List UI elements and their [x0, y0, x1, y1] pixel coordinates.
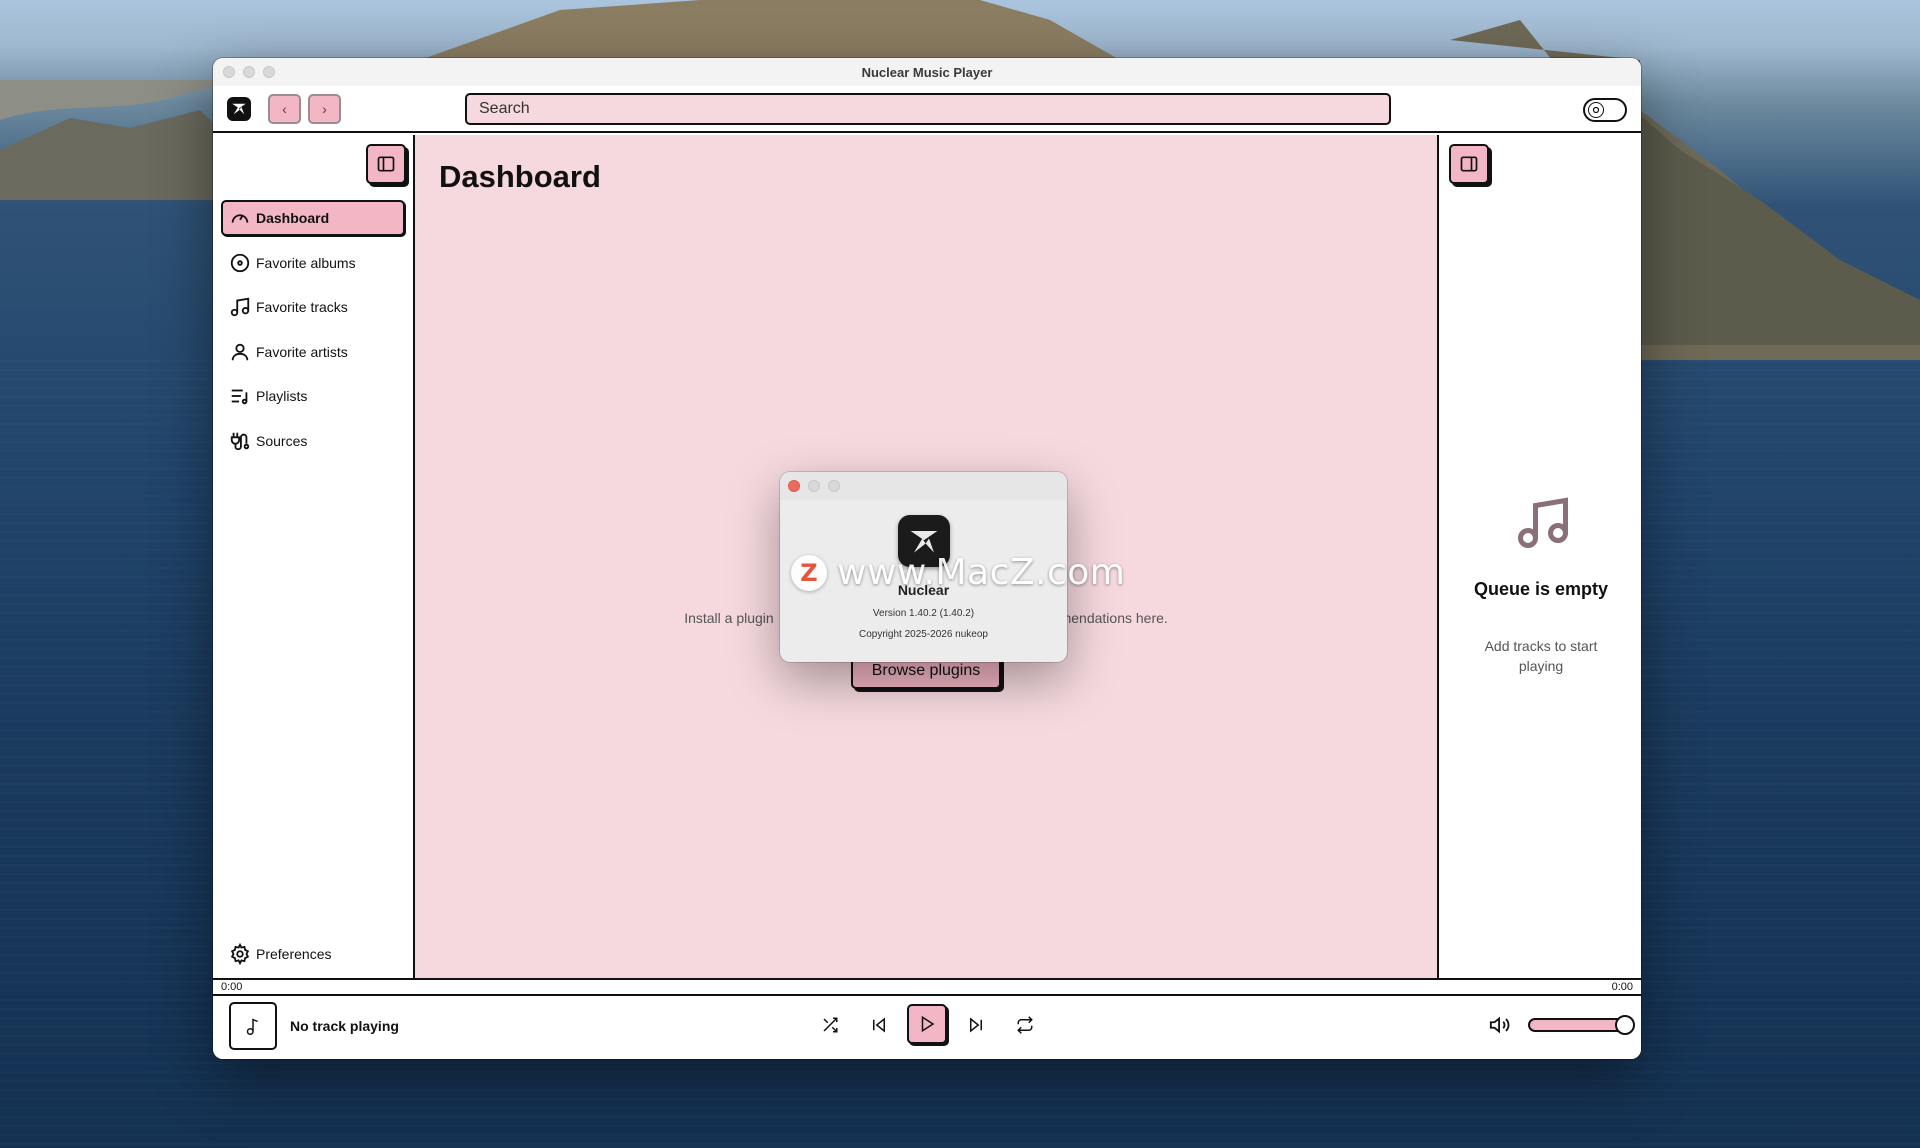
now-playing-label: No track playing: [290, 1018, 399, 1034]
sidebar-item-label: Favorite albums: [256, 254, 356, 271]
watermark: Z www.MacZ.com: [791, 552, 1125, 593]
toolbar: ‹ ›: [213, 86, 1641, 133]
watermark-logo-icon: Z: [791, 554, 827, 591]
skip-forward-icon: [970, 1017, 982, 1033]
sidebar-panel-icon: [377, 156, 395, 172]
theme-toggle[interactable]: [1583, 98, 1627, 122]
seek-bar[interactable]: 0:00 0:00: [213, 978, 1641, 996]
sidebar-item-label: Favorite tracks: [256, 299, 348, 315]
sidebar-item-label: Dashboard: [256, 210, 330, 226]
zoom-window-button[interactable]: [263, 66, 275, 78]
skip-back-icon: [873, 1017, 885, 1033]
repeat-icon: [1017, 1016, 1033, 1034]
sidebar-item-label: Sources: [256, 432, 308, 449]
empty-text-left: Install a plugin: [684, 610, 774, 626]
disc-icon: [230, 253, 250, 272]
next-track-button[interactable]: [963, 1012, 989, 1038]
window-controls: [223, 66, 275, 78]
about-title-bar: [780, 472, 1067, 500]
player-bar: No track playing: [213, 996, 1641, 1059]
about-version: Version 1.40.2 (1.40.2): [872, 608, 975, 619]
collapse-sidebar-button[interactable]: [366, 144, 406, 184]
watermark-text: www.MacZ.com: [837, 552, 1126, 593]
plug-icon: [230, 432, 250, 450]
about-copyright: Copyright 2025-2026 nukeop: [859, 629, 988, 640]
sun-icon: [1588, 102, 1604, 118]
playlist-icon: [231, 389, 248, 405]
chevron-left-icon: ‹: [282, 101, 287, 117]
minimize-window-button[interactable]: [243, 66, 255, 78]
title-bar: Nuclear Music Player: [213, 58, 1641, 86]
music-note-icon: [230, 297, 250, 317]
empty-text-right: nendations here.: [1063, 610, 1168, 626]
preferences-label: Preferences: [256, 946, 332, 962]
sidebar-item-label: Playlists: [256, 388, 308, 404]
sidebar-item-label: Favorite artists: [256, 343, 348, 360]
sidebar-item-favorite-artists[interactable]: Favorite artists: [221, 334, 405, 370]
queue-empty-subtitle: Add tracks to start playing: [1484, 638, 1598, 674]
play-button[interactable]: [907, 1004, 947, 1044]
sidebar: Dashboard Favorite albums Favorite track…: [213, 135, 415, 978]
back-button[interactable]: ‹: [268, 94, 301, 124]
volume-slider[interactable]: [1528, 1018, 1624, 1032]
volume-slider-handle[interactable]: [1615, 1015, 1635, 1035]
sidebar-item-favorite-albums[interactable]: Favorite albums: [221, 245, 405, 281]
shuffle-button[interactable]: [817, 1012, 843, 1038]
music-note-icon: [246, 1018, 258, 1035]
zoom-about-button[interactable]: [828, 480, 840, 492]
gear-icon: [230, 943, 250, 965]
previous-track-button[interactable]: [866, 1012, 892, 1038]
repeat-button[interactable]: [1012, 1012, 1038, 1038]
shuffle-icon: [823, 1017, 838, 1033]
close-window-button[interactable]: [223, 66, 235, 78]
minimize-about-button[interactable]: [808, 480, 820, 492]
sidebar-item-favorite-tracks[interactable]: Favorite tracks: [221, 289, 405, 325]
time-elapsed: 0:00: [221, 981, 243, 993]
window-title: Nuclear Music Player: [861, 64, 993, 80]
queue-panel: Queue is empty Add tracks to start playi…: [1441, 135, 1641, 978]
user-icon: [231, 343, 249, 360]
music-note-icon: [1518, 497, 1568, 548]
search-input[interactable]: [465, 93, 1391, 125]
sidebar-nav: Dashboard Favorite albums Favorite track…: [221, 200, 405, 467]
time-total: 0:00: [1611, 981, 1633, 993]
sidebar-item-dashboard[interactable]: Dashboard: [221, 200, 405, 236]
sidebar-item-sources[interactable]: Sources: [221, 423, 405, 459]
volume-icon[interactable]: [1489, 1014, 1511, 1036]
play-icon: [921, 1015, 935, 1033]
about-window-controls: [788, 480, 840, 492]
forward-button[interactable]: ›: [308, 94, 341, 124]
gauge-icon: [231, 214, 249, 223]
chevron-right-icon: ›: [322, 101, 327, 117]
collapse-queue-button[interactable]: [1449, 144, 1489, 184]
sidebar-item-preferences[interactable]: Preferences: [221, 936, 405, 972]
sidebar-item-playlists[interactable]: Playlists: [221, 378, 405, 414]
track-cover: [229, 1002, 277, 1050]
queue-empty-title: Queue is empty: [1473, 579, 1609, 599]
queue-panel-icon: [1460, 156, 1478, 172]
nuclear-logo-icon[interactable]: [227, 97, 251, 121]
page-title: Dashboard: [439, 159, 601, 194]
close-about-button[interactable]: [788, 480, 800, 492]
